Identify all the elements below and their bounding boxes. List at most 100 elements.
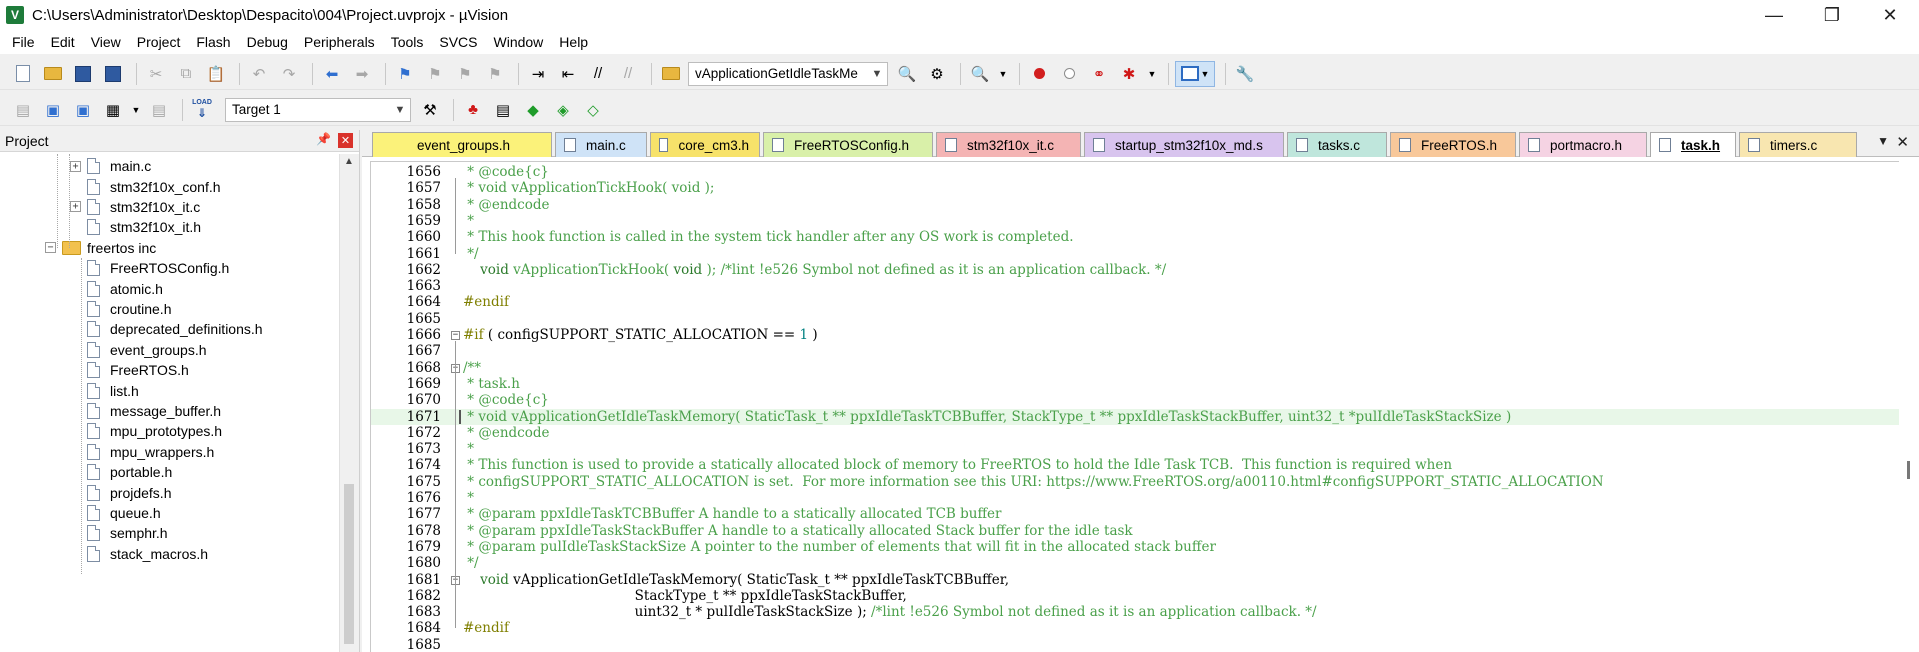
event-recorder-button[interactable]: ◇ — [580, 97, 606, 123]
scroll-up-icon[interactable]: ▲ — [344, 156, 354, 167]
save-button[interactable] — [70, 61, 96, 87]
debug-dropdown[interactable]: ▼ — [997, 61, 1009, 87]
copy-button[interactable]: ⧉ — [173, 61, 199, 87]
tree-file-item[interactable]: portable.h — [87, 462, 172, 482]
comment-button[interactable]: // — [585, 61, 611, 87]
code-line[interactable]: 1678 * @param ppxIdleTaskStackBuffer A h… — [371, 523, 1919, 539]
code-line[interactable]: 1682 StackType_t ** ppxIdleTaskStackBuff… — [371, 588, 1919, 604]
chevron-down-icon[interactable]: ▼ — [869, 66, 885, 82]
clear-bookmarks-button[interactable]: ⚑ — [482, 61, 508, 87]
tree-file-item[interactable]: event_groups.h — [87, 340, 207, 360]
tree-file-item[interactable]: mpu_prototypes.h — [87, 421, 222, 441]
tree-file-item[interactable]: FreeRTOSConfig.h — [87, 258, 229, 278]
manage-rte-button[interactable]: ◆ — [520, 97, 546, 123]
maximize-button[interactable]: ❐ — [1803, 0, 1861, 30]
navigate-forward-button[interactable]: ➡ — [349, 61, 375, 87]
expand-icon[interactable]: + — [70, 160, 81, 172]
new-file-button[interactable] — [10, 61, 36, 87]
window-layout-button[interactable]: ▼ — [1175, 60, 1215, 87]
target-options-button[interactable]: ⚒ — [417, 97, 443, 123]
code-line[interactable]: 1672 * @endcode — [371, 425, 1919, 441]
redo-button[interactable]: ↷ — [276, 61, 302, 87]
scroll-position-marker[interactable] — [1907, 461, 1910, 479]
batch-build-dropdown[interactable]: ▼ — [130, 97, 142, 123]
menu-tools[interactable]: Tools — [383, 30, 432, 54]
previous-bookmark-button[interactable]: ⚑ — [422, 61, 448, 87]
pack-installer-button[interactable]: ◈ — [550, 97, 576, 123]
fold-collapse-icon[interactable]: − — [451, 331, 460, 340]
menu-file[interactable]: File — [4, 30, 43, 54]
breakpoint-dropdown[interactable]: ▼ — [1146, 61, 1158, 87]
close-icon[interactable]: ✕ — [338, 133, 353, 148]
incremental-find-button[interactable]: ⚙ — [924, 61, 950, 87]
tree-file-item[interactable]: message_buffer.h — [87, 401, 221, 421]
code-line[interactable]: 1679 * @param pulIdleTaskStackSize A poi… — [371, 539, 1919, 555]
stop-build-button[interactable]: ▤ — [146, 97, 172, 123]
disable-all-breakpoints-button[interactable]: ⚭ — [1086, 61, 1112, 87]
scrollbar-thumb[interactable] — [344, 484, 354, 644]
code-line[interactable]: 1663 — [371, 278, 1919, 294]
code-line[interactable]: 1673 * — [371, 441, 1919, 457]
enable-breakpoint-button[interactable] — [1056, 61, 1082, 87]
indent-button[interactable]: ⇥ — [525, 61, 551, 87]
tree-file-item[interactable]: deprecated_definitions.h — [87, 319, 263, 339]
editor-scrollbar[interactable] — [1899, 161, 1919, 652]
code-line[interactable]: 1664 #endif — [371, 294, 1919, 310]
project-scrollbar[interactable]: ▲ — [339, 154, 359, 652]
code-line[interactable]: 1681 void vApplicationGetIdleTaskMemory(… — [371, 572, 1919, 588]
find-in-files-button[interactable] — [658, 61, 684, 87]
tab-event-groups-h[interactable]: event_groups.h — [372, 132, 552, 157]
menu-svcs[interactable]: SVCS — [431, 30, 485, 54]
close-tab-icon[interactable]: ✕ — [1896, 133, 1909, 151]
rebuild-button[interactable]: ▣ — [70, 97, 96, 123]
tab-freertos-h[interactable]: FreeRTOS.h — [1390, 132, 1516, 157]
expand-icon[interactable]: + — [70, 201, 81, 213]
tab-tasks-c[interactable]: tasks.c — [1287, 132, 1387, 157]
chevron-down-icon[interactable]: ▼ — [392, 102, 408, 118]
code-line[interactable]: 1683 uint32_t * pulIdleTaskStackSize ); … — [371, 604, 1919, 620]
menu-peripherals[interactable]: Peripherals — [296, 30, 383, 54]
tab-main-c[interactable]: main.c — [555, 132, 647, 157]
open-file-button[interactable] — [40, 61, 66, 87]
debug-session-button[interactable]: 🔍 — [967, 61, 993, 87]
code-editor[interactable]: 1656 * @code{c} 1657 * void vApplicationT… — [370, 161, 1919, 652]
insert-bookmark-button[interactable]: ⚑ — [392, 61, 418, 87]
tab-task-h[interactable]: task.h — [1650, 132, 1736, 157]
menu-project[interactable]: Project — [129, 30, 189, 54]
menu-flash[interactable]: Flash — [188, 30, 238, 54]
navigate-back-button[interactable]: ⬅ — [319, 61, 345, 87]
insert-breakpoint-button[interactable] — [1026, 61, 1052, 87]
code-line[interactable]: 1674 * This function is used to provide … — [371, 457, 1919, 473]
uncomment-button[interactable]: // — [615, 61, 641, 87]
code-line[interactable]: 1680 */ — [371, 555, 1919, 571]
tab-timers-c[interactable]: timers.c — [1739, 132, 1857, 157]
tree-file-item[interactable]: stm32f10x_conf.h — [87, 176, 221, 196]
code-line[interactable]: 1659 * — [371, 213, 1919, 229]
tree-file-item[interactable]: stack_macros.h — [87, 544, 208, 564]
code-line[interactable]: 1684 #endif — [371, 620, 1919, 636]
code-line[interactable]: 1676 * — [371, 490, 1919, 506]
collapse-icon[interactable]: − — [45, 242, 56, 254]
tree-file-item[interactable]: queue.h — [87, 503, 161, 523]
undo-button[interactable]: ↶ — [246, 61, 272, 87]
code-line[interactable]: 1656 * @code{c} — [371, 164, 1919, 180]
code-line[interactable]: 1658 * @endcode — [371, 197, 1919, 213]
tree-file-item[interactable]: mpu_wrappers.h — [87, 442, 214, 462]
target-select[interactable]: Target 1 ▼ — [225, 97, 411, 122]
pin-icon[interactable]: 📌 — [316, 132, 331, 146]
download-button[interactable]: LOAD ⇓ — [189, 97, 215, 123]
code-line[interactable]: 1657 * void vApplicationTickHook( void )… — [371, 180, 1919, 196]
code-line[interactable]: 1661 */ — [371, 246, 1919, 262]
code-line[interactable]: 1675 * configSUPPORT_STATIC_ALLOCATION i… — [371, 474, 1919, 490]
code-line[interactable]: 1669 * task.h — [371, 376, 1919, 392]
tree-file-item[interactable]: atomic.h — [87, 278, 163, 298]
code-line[interactable]: 1677 * @param ppxIdleTaskTCBBuffer A han… — [371, 506, 1919, 522]
tree-file-item[interactable]: croutine.h — [87, 299, 171, 319]
select-packs-button[interactable]: ▤ — [490, 97, 516, 123]
tab-startup-stm32f10x-md-s[interactable]: startup_stm32f10x_md.s — [1084, 132, 1284, 157]
tree-file-item[interactable]: semphr.h — [87, 523, 168, 543]
code-line[interactable]: 1667 — [371, 343, 1919, 359]
tree-folder-item[interactable]: − freertos inc — [45, 238, 156, 258]
menu-window[interactable]: Window — [486, 30, 552, 54]
unindent-button[interactable]: ⇤ — [555, 61, 581, 87]
